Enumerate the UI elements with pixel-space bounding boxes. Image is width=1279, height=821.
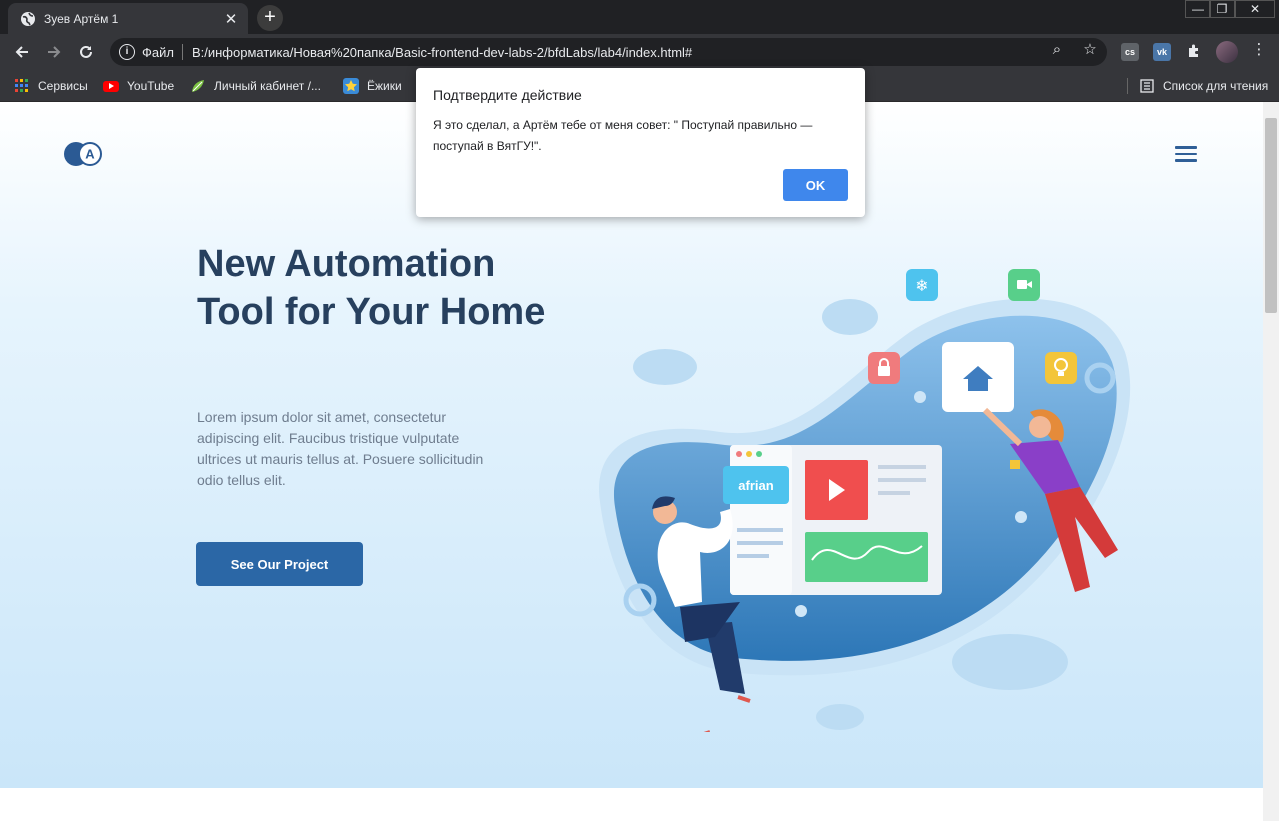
tab-title: Зуев Артём 1 (44, 11, 119, 26)
reading-list-label: Список для чтения (1163, 79, 1269, 93)
bookmark-cabinet[interactable]: Личный кабинет /... (190, 77, 321, 95)
reload-button[interactable] (74, 40, 98, 64)
hero-description: Lorem ipsum dolor sit amet, consectetur … (197, 409, 484, 488)
minimize-window-button[interactable]: — (1185, 0, 1211, 18)
bookmark-label: Ёжики (367, 79, 402, 93)
dialog-message: Я это сделал, а Артём тебе от меня совет… (433, 118, 813, 153)
youtube-icon (103, 80, 119, 92)
dialog-title: Подтвердите действие (433, 87, 582, 103)
deco-blob (952, 634, 1068, 690)
forward-arrow-icon (48, 46, 61, 58)
site-logo[interactable]: A (63, 141, 103, 167)
bookmark-label: Сервисы (38, 79, 88, 93)
deco-dot (795, 605, 807, 617)
reload-icon (80, 45, 92, 58)
url-text[interactable]: B:/информатика/Новая%20папка/Basic-front… (192, 45, 692, 60)
bookmark-star-icon[interactable]: ☆ (1081, 41, 1099, 59)
lightbulb-app-icon (1045, 352, 1077, 384)
close-tab-icon[interactable]: ✕ (222, 10, 240, 28)
logo-letter: A (85, 147, 95, 162)
reading-list-icon (1139, 78, 1155, 94)
scrollbar-thumb[interactable] (1265, 118, 1277, 313)
zoom-icon[interactable]: ⌕ (1048, 41, 1066, 59)
forward-button[interactable] (42, 40, 66, 64)
extension-cs-icon[interactable]: cs (1121, 43, 1139, 61)
menu-dots-icon[interactable]: ⋮ (1250, 41, 1268, 59)
back-button[interactable] (10, 40, 34, 64)
hero-headline: New Automation Tool for Your Home (197, 243, 546, 333)
bookmark-youtube[interactable]: YouTube (103, 77, 174, 95)
tab-strip: Зуев Артём 1 ✕ + — ❐ ✕ (0, 0, 1279, 34)
bookmarks-divider (1127, 78, 1128, 94)
apps-grid-icon (14, 78, 30, 94)
bookmark-label: YouTube (127, 79, 175, 93)
maximize-window-button[interactable]: ❐ (1209, 0, 1235, 18)
deco-blob (633, 349, 697, 385)
reading-list-button[interactable]: Список для чтения (1139, 77, 1268, 95)
star-badge-icon (343, 78, 359, 94)
bookmark-hedgehogs[interactable]: Ёжики (343, 77, 402, 95)
address-bar[interactable]: i Файл B:/информатика/Новая%20папка/Basi… (110, 38, 1107, 66)
deco-blob (816, 704, 864, 730)
brand-badge-text: afrian (738, 478, 773, 493)
browser-tab[interactable]: Зуев Артём 1 ✕ (8, 3, 248, 34)
browser-toolbar: i Файл B:/информатика/Новая%20папка/Basi… (0, 34, 1279, 70)
deco-dot (1015, 511, 1027, 523)
hero-illustration: ❄ afrian (580, 262, 1140, 738)
extensions-puzzle-icon[interactable] (1185, 43, 1203, 61)
close-window-button[interactable]: ✕ (1235, 0, 1275, 18)
confirm-dialog: Подтвердите действие Я это сделал, а Арт… (416, 68, 865, 217)
svg-text:❄: ❄ (915, 276, 928, 295)
deco-blob (822, 299, 878, 335)
omnibox-divider (181, 44, 183, 60)
extension-vk-icon[interactable]: vk (1153, 43, 1171, 61)
back-arrow-icon (15, 46, 28, 58)
new-tab-button[interactable]: + (257, 5, 283, 31)
hamburger-menu-icon[interactable] (1175, 146, 1197, 162)
scheme-label: Файл (142, 44, 174, 60)
chart-tile (805, 532, 928, 582)
bookmark-apps[interactable]: Сервисы (14, 77, 88, 95)
see-project-button[interactable]: See Our Project (196, 542, 363, 586)
site-info-icon[interactable]: i (119, 44, 135, 60)
globe-icon (20, 11, 36, 27)
bookmark-label: Личный кабинет /... (214, 79, 321, 93)
profile-avatar[interactable] (1216, 41, 1238, 63)
leaf-icon (190, 78, 206, 94)
deco-dot (914, 391, 926, 403)
ok-button[interactable]: OK (783, 169, 848, 201)
